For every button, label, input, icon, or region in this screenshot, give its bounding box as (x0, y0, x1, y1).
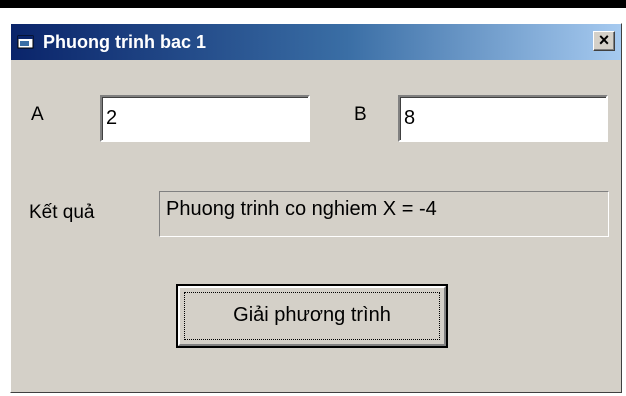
result-field: Phuong trinh co nghiem X = -4 (159, 191, 609, 237)
title-bar[interactable]: Phuong trinh bac 1 × (11, 24, 621, 60)
a-input[interactable] (100, 95, 310, 142)
app-window: Phuong trinh bac 1 × A B Kết quả Phuong … (10, 23, 622, 393)
app-window-icon (17, 35, 34, 49)
close-button[interactable]: × (593, 31, 615, 51)
b-input[interactable] (398, 95, 608, 142)
close-icon: × (598, 30, 610, 50)
solve-button-label: Giải phương trình (184, 292, 440, 340)
solve-button[interactable]: Giải phương trình (176, 284, 448, 348)
b-label: B (354, 104, 367, 125)
top-border-line (0, 0, 626, 8)
a-label: A (31, 104, 44, 125)
window-title: Phuong trinh bac 1 (43, 32, 207, 52)
result-label: Kết quả (29, 202, 95, 223)
